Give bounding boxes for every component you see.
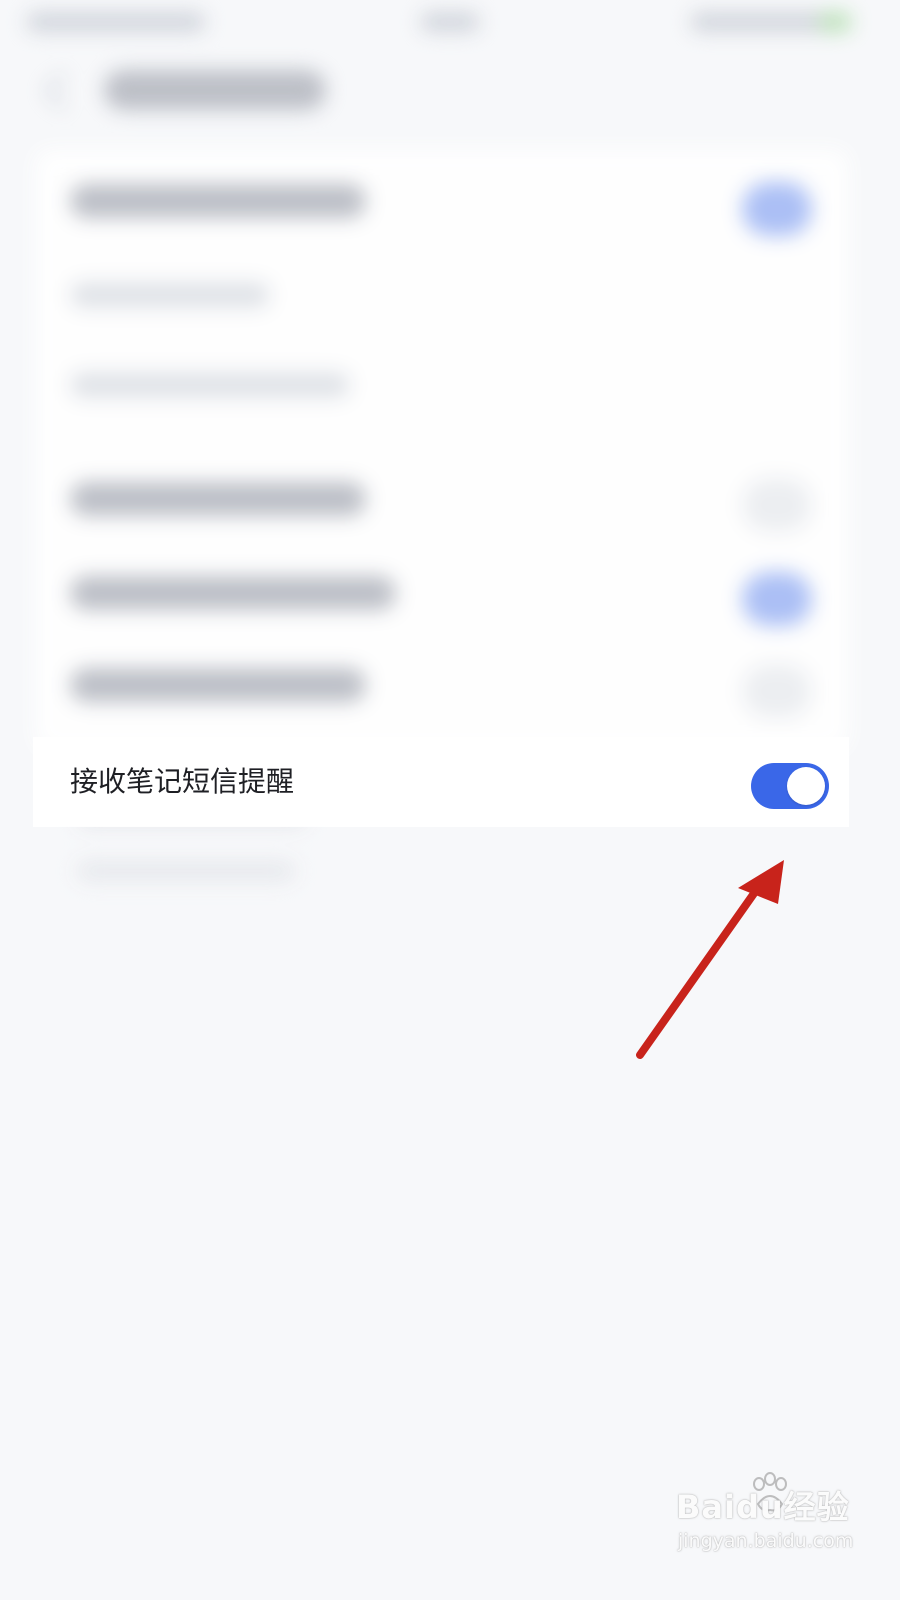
setting-row-toggle[interactable] [742,572,812,626]
setting-row-toggle[interactable] [742,182,812,236]
watermark-url: jingyan.baidu.com [678,1530,854,1552]
setting-row-description [76,860,296,882]
setting-row-label [70,668,366,702]
setting-row-note-sms-reminder[interactable]: 接收笔记短信提醒 [34,738,848,826]
status-bar-left [26,12,206,32]
setting-row-label [70,482,366,516]
watermark-brand: Baidu经验 [676,1488,850,1526]
toggle-knob [787,767,825,805]
screen: 接收笔记短信提醒 Baidu经验 jingyan.baidu.com [0,0,900,1600]
battery-icon [818,12,852,32]
settings-card [36,150,848,750]
watermark: Baidu经验 jingyan.baidu.com [676,1472,876,1568]
setting-row-description [70,372,350,398]
setting-row-toggle[interactable] [742,478,812,532]
chevron-left-icon[interactable] [44,72,82,110]
setting-row-toggle[interactable] [742,664,812,718]
status-bar [0,0,900,50]
status-bar-time [420,12,480,32]
sms-reminder-toggle[interactable] [751,763,829,809]
setting-label: 接收笔记短信提醒 [70,765,295,798]
setting-row-label [70,184,366,218]
setting-row-label [70,576,396,610]
page-title [104,70,326,110]
setting-row-description [70,282,270,308]
